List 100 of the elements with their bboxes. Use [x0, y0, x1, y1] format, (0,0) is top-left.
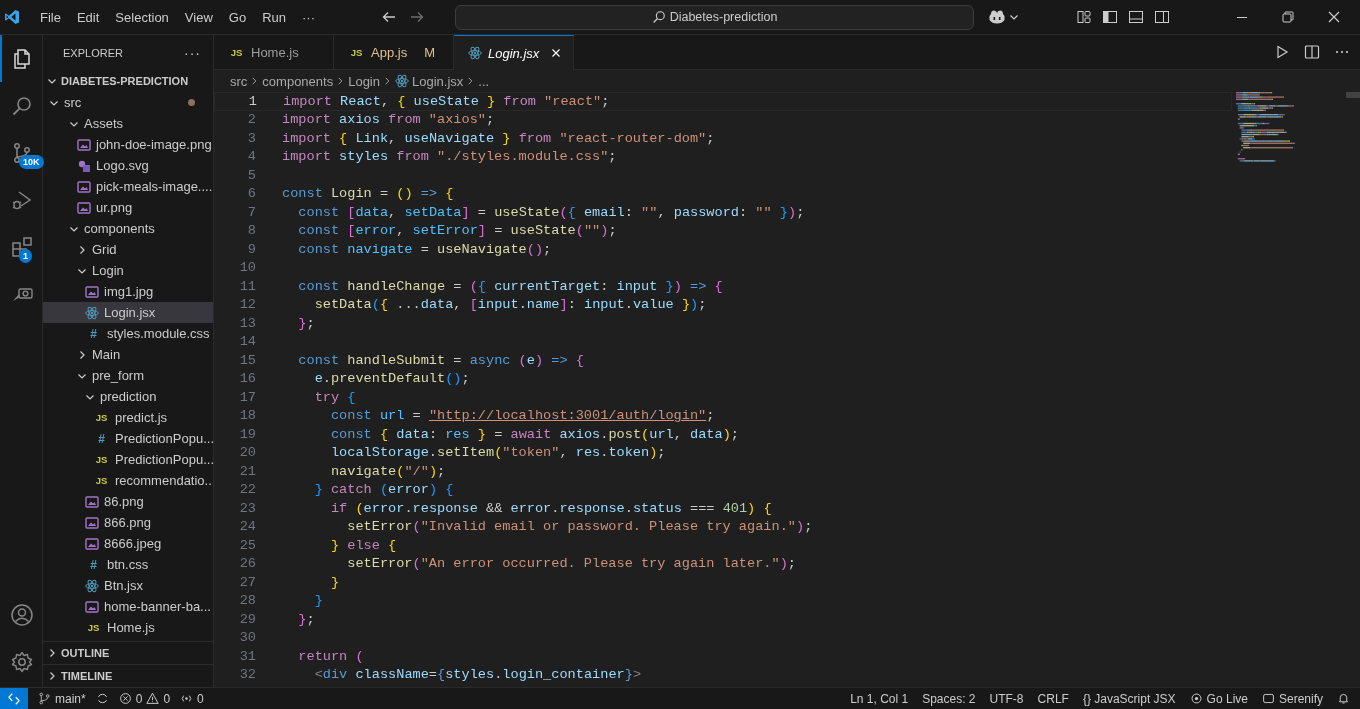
branch-status[interactable]: main* — [38, 691, 86, 706]
layout-icon[interactable] — [1076, 9, 1092, 25]
line-number: 20 — [238, 445, 256, 461]
breadcrumb-item[interactable]: ... — [478, 73, 490, 89]
tree-item[interactable]: # styles.module.css — [43, 323, 213, 344]
line-number: 1 — [247, 93, 257, 109]
tree-item[interactable]: ur.png — [43, 197, 213, 218]
settings-icon — [10, 649, 34, 674]
file-type-icon: JS — [348, 45, 365, 60]
tree-item[interactable]: Logo.svg — [43, 155, 213, 176]
breadcrumb-item[interactable]: Login.jsx — [412, 73, 464, 89]
tree-item[interactable]: Btn.jsx — [43, 575, 213, 596]
image-file-icon — [85, 494, 99, 509]
tree-item[interactable]: Grid — [43, 239, 213, 260]
tree-item[interactable]: JS recommendatio... — [43, 470, 213, 491]
sidebar-toggle-icon[interactable] — [1102, 9, 1118, 25]
image-file-icon — [77, 179, 91, 194]
line-number: 24 — [238, 519, 256, 535]
line-number: 22 — [238, 482, 256, 498]
bell-icon[interactable] — [1337, 692, 1350, 705]
tree-item[interactable]: 866.png — [43, 512, 213, 533]
secondary-sidebar-icon[interactable] — [1154, 9, 1170, 25]
chevron-down-icon[interactable] — [1009, 12, 1019, 22]
tree-item[interactable]: Login — [43, 260, 213, 281]
search-icon — [651, 10, 666, 24]
forward-arrow-icon[interactable] — [409, 9, 425, 25]
line-number: 27 — [238, 574, 256, 590]
extension-status[interactable]: Serenify — [1261, 691, 1323, 706]
code-line: } — [329, 574, 340, 590]
run-icon[interactable] — [1274, 44, 1290, 60]
command-search-field[interactable]: Diabetes-prediction — [455, 4, 974, 30]
tree-item[interactable]: src — [43, 92, 213, 113]
menu-item[interactable]: Go — [220, 9, 255, 25]
code-line: } catch (error) { — [313, 482, 454, 498]
editor-tab[interactable]: Login.jsx — [454, 35, 574, 70]
tree-item[interactable]: JS PredictionPopu... — [43, 449, 213, 470]
tree-item[interactable]: john-doe-image.png — [43, 134, 213, 155]
remote-button[interactable] — [0, 688, 28, 709]
robot-face-icon[interactable] — [988, 9, 1006, 25]
more-actions-button[interactable]: ··· — [184, 44, 201, 61]
tree-item[interactable]: 86.png — [43, 491, 213, 512]
code-line: const navigate = useNavigate(); — [297, 241, 552, 257]
extensions-tab[interactable]: 1 — [0, 223, 42, 270]
branch-icon — [38, 692, 51, 705]
code-editor-logo-icon — [4, 9, 20, 25]
code-line: const handleChange = ({ currentTarget: input }) => { — [297, 278, 723, 294]
line-number: 3 — [246, 130, 256, 146]
status-item[interactable]: UTF-8 — [989, 691, 1024, 706]
menu-item[interactable]: Run — [254, 9, 294, 25]
breadcrumb-item[interactable]: components — [262, 73, 334, 89]
tree-item[interactable]: # PredictionPopu... — [43, 428, 213, 449]
line-number: 8 — [246, 223, 256, 239]
account-icon — [10, 602, 34, 627]
file-type-icon: JS — [85, 620, 102, 635]
problems-status[interactable]: 0 0 — [118, 691, 171, 706]
section-header[interactable]: OUTLINE — [43, 641, 213, 664]
source-control-tab[interactable]: 10K — [0, 129, 42, 176]
breadcrumb-item[interactable]: src — [230, 73, 248, 89]
line-number: 29 — [238, 611, 256, 627]
go-live-button[interactable]: Go Live — [1189, 691, 1248, 706]
menu-item[interactable]: File — [32, 9, 69, 25]
status-item[interactable]: Ln 1, Col 1 — [850, 691, 909, 706]
file-type-icon: # — [85, 557, 102, 572]
tree-item[interactable]: pick-meals-image.... — [43, 176, 213, 197]
tree-item[interactable]: JS predict.js — [43, 407, 213, 428]
menu-item[interactable]: Edit — [68, 9, 108, 25]
count-badge: 10K — [19, 155, 44, 169]
tree-item[interactable]: prediction — [43, 386, 213, 407]
count-badge: 1 — [19, 249, 32, 263]
menu-item[interactable]: ··· — [294, 9, 323, 25]
tree-item[interactable]: Main — [43, 344, 213, 365]
tree-item[interactable]: Login.jsx — [43, 302, 213, 323]
tree-item[interactable]: JS Home.js — [43, 617, 213, 638]
chevron-right-icon — [383, 76, 392, 86]
tree-item[interactable]: # btn.css — [43, 554, 213, 575]
tree-item[interactable]: 8666.jpeg — [43, 533, 213, 554]
code-line: const Login = () => { — [282, 186, 454, 202]
section-header[interactable]: DIABETES-PREDICTION — [43, 70, 213, 92]
sync-icon[interactable] — [95, 692, 109, 705]
breadcrumb-item[interactable]: Login — [348, 73, 380, 89]
panel-toggle-icon[interactable] — [1128, 9, 1144, 25]
image-file-icon — [85, 599, 99, 614]
tree-item[interactable]: Assets — [43, 113, 213, 134]
editor-tab[interactable]: JS Home.js — [214, 35, 334, 69]
tree-item[interactable]: home-banner-ba... — [43, 596, 213, 617]
close-icon[interactable] — [1326, 9, 1342, 25]
status-item[interactable]: {} JavaScript JSX — [1082, 691, 1176, 706]
scrollbar-thumb[interactable] — [1346, 92, 1360, 98]
ports-status[interactable]: 0 — [180, 691, 204, 706]
tree-item[interactable]: img1.jpg — [43, 281, 213, 302]
split-editor-icon[interactable] — [1304, 44, 1320, 60]
menu-item[interactable]: View — [176, 9, 221, 25]
code-line: const { data: res } = await axios.post(url, data); — [329, 426, 740, 442]
menu-item[interactable]: Selection — [107, 9, 177, 25]
restore-icon[interactable] — [1280, 9, 1296, 25]
tree-item[interactable]: components — [43, 218, 213, 239]
back-arrow-icon[interactable] — [381, 9, 397, 25]
status-item[interactable]: CRLF — [1037, 691, 1069, 706]
tree-item[interactable]: pre_form — [43, 365, 213, 386]
status-item[interactable]: Spaces: 2 — [922, 691, 976, 706]
